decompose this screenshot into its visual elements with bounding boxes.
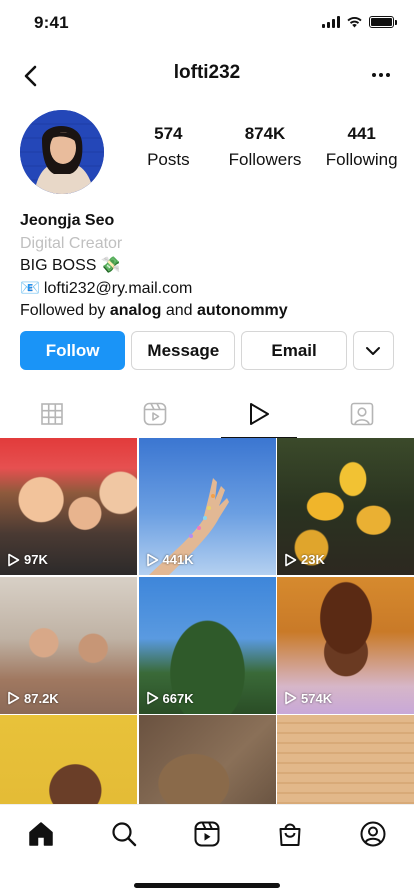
wifi-icon xyxy=(347,17,362,28)
profile-actions: Follow Message Email xyxy=(20,331,395,370)
home-indicator xyxy=(134,883,280,888)
battery-icon xyxy=(369,16,397,28)
view-count-value: 441K xyxy=(162,552,194,567)
chevron-down-icon xyxy=(366,346,381,355)
view-count: 97K xyxy=(7,552,48,567)
view-count: 667K xyxy=(146,691,194,706)
play-outline-icon xyxy=(285,691,297,705)
display-name: Jeongja Seo xyxy=(20,212,115,229)
tab-reels[interactable] xyxy=(104,390,208,438)
video-grid: 97K 441K 23K 87.2K 667K 574K xyxy=(0,438,414,804)
view-count-value: 87.2K xyxy=(24,690,59,706)
tagged-icon xyxy=(350,402,374,426)
suggested-accounts-button[interactable] xyxy=(352,331,395,370)
profile-icon xyxy=(360,821,386,847)
followed-by-user-link[interactable]: analog xyxy=(110,302,162,319)
tab-tagged[interactable] xyxy=(311,390,414,438)
page-title: lofti232 xyxy=(173,62,241,83)
video-thumbnail[interactable]: 441K xyxy=(138,438,276,575)
video-thumbnail[interactable]: 97K xyxy=(0,438,137,575)
more-dot-icon xyxy=(386,73,390,77)
play-outline-icon xyxy=(8,691,20,705)
status-bar: 9:41 xyxy=(0,0,414,46)
view-count-value: 97K xyxy=(24,552,48,567)
stat-posts[interactable]: 574 Posts xyxy=(120,124,217,170)
stat-following[interactable]: 441 Following xyxy=(313,124,410,170)
profile-tabs xyxy=(0,390,414,438)
video-thumbnail[interactable] xyxy=(0,715,137,804)
profile-bio: Jeongja Seo Digital Creator BIG BOSS 💸 📧… xyxy=(20,210,400,323)
more-dot-icon xyxy=(372,73,376,77)
category-label: Digital Creator xyxy=(20,234,123,252)
grid-icon xyxy=(40,403,63,425)
nav-profile[interactable] xyxy=(331,805,414,896)
tab-videos[interactable] xyxy=(207,390,311,438)
view-count: 87.2K xyxy=(7,691,59,706)
more-options-button[interactable] xyxy=(366,60,396,90)
view-count: 441K xyxy=(146,552,194,567)
stat-posts-value: 574 xyxy=(154,124,183,143)
stat-following-label: Following xyxy=(325,150,398,169)
followed-by-and: and xyxy=(165,302,193,319)
play-outline-icon xyxy=(285,553,297,566)
tab-posts-grid[interactable] xyxy=(0,390,104,438)
avatar-portrait xyxy=(20,110,104,194)
video-thumbnail[interactable] xyxy=(138,715,276,804)
home-icon xyxy=(29,822,54,846)
follow-button[interactable]: Follow xyxy=(20,331,126,370)
signal-icon xyxy=(322,16,340,28)
video-thumbnail[interactable] xyxy=(277,715,414,804)
play-outline-icon xyxy=(8,553,20,566)
avatar[interactable] xyxy=(20,110,104,194)
reels-icon xyxy=(194,821,220,847)
nav-home[interactable] xyxy=(0,805,83,896)
followed-by-user-link[interactable]: autonommy xyxy=(197,302,288,319)
message-button[interactable]: Message xyxy=(131,331,236,370)
bottom-nav xyxy=(0,804,414,896)
followed-by: Followed by analog and autonommy xyxy=(20,300,400,323)
view-count-value: 667K xyxy=(162,690,194,706)
play-outline-icon xyxy=(146,553,158,566)
email-button[interactable]: Email xyxy=(241,331,347,370)
bio-email-line: 📧 lofti232@ry.mail.com xyxy=(20,278,400,301)
video-thumbnail[interactable]: 574K xyxy=(277,576,414,714)
video-thumbnail[interactable]: 23K xyxy=(277,438,414,575)
search-icon xyxy=(112,822,137,847)
play-icon xyxy=(249,403,269,425)
stat-following-value: 441 xyxy=(347,124,376,143)
shop-icon xyxy=(279,823,301,846)
status-icons xyxy=(322,16,397,28)
view-count-value: 23K xyxy=(301,552,325,567)
bio-text: BIG BOSS 💸 xyxy=(20,257,121,274)
profile-stats: 574 Posts 874K Followers 441 Following xyxy=(120,124,410,170)
view-count-value: 574K xyxy=(301,690,333,706)
status-time: 9:41 xyxy=(34,13,69,32)
bio-email[interactable]: lofti232@ry.mail.com xyxy=(44,278,192,301)
view-count: 23K xyxy=(284,552,325,567)
stat-followers[interactable]: 874K Followers xyxy=(217,124,314,170)
view-count: 574K xyxy=(284,691,332,706)
reels-icon xyxy=(143,402,167,426)
profile-header: lofti232 xyxy=(0,52,414,100)
stat-followers-value: 874K xyxy=(244,124,286,143)
more-dot-icon xyxy=(379,73,383,77)
play-outline-icon xyxy=(146,691,158,705)
email-emoji-icon: 📧 xyxy=(20,279,40,297)
stat-followers-label: Followers xyxy=(228,150,302,169)
video-thumbnail[interactable]: 87.2K xyxy=(0,576,137,714)
stat-posts-label: Posts xyxy=(147,150,190,169)
video-thumbnail[interactable]: 667K xyxy=(138,576,276,714)
followed-by-prefix: Followed by xyxy=(20,302,106,319)
